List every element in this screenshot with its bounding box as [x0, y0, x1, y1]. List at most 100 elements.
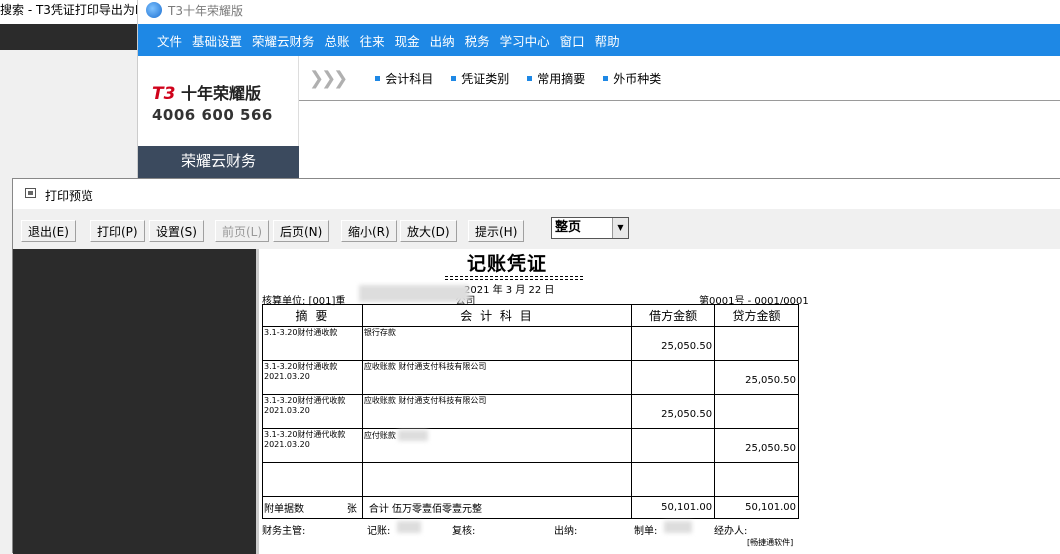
- print-preview-toolbar: 退出(E) 打印(P) 设置(S) 前页(L) 后页(N) 缩小(R) 放大(D…: [13, 209, 1060, 249]
- table-header-row: 摘 要 会 计 科 目 借方金额 贷方金额: [262, 304, 799, 327]
- table-row: 3.1-3.20财付通收款 2021.03.20 应收账款 财付通支付科技有限公司…: [262, 360, 799, 395]
- browser-background: [0, 24, 137, 50]
- redacted-block: [664, 521, 692, 533]
- row-account: 银行存款: [361, 326, 633, 361]
- bullet-icon: [451, 75, 457, 81]
- t3-window-title: T3十年荣耀版: [168, 4, 243, 18]
- total-credit: 50,101.00: [714, 496, 799, 519]
- row-credit: 25,050.50: [714, 428, 799, 463]
- menu-cashier[interactable]: 出纳: [430, 31, 455, 50]
- row-credit: [714, 462, 799, 497]
- row-account: [361, 462, 633, 497]
- menu-general-ledger[interactable]: 总账: [325, 31, 350, 50]
- dropdown-arrow-icon[interactable]: ▼: [612, 218, 628, 238]
- print-preview-title: 打印预览: [45, 189, 94, 203]
- bullet-icon: [375, 75, 381, 81]
- quicknav-chart-of-accounts[interactable]: 会计科目: [375, 70, 433, 87]
- row-summary: 3.1-3.20财付通收款 2021.03.20: [262, 360, 363, 395]
- voucher-date: 2021 年 3 月 22 日: [464, 285, 555, 296]
- print-button[interactable]: 打印(P): [90, 220, 145, 242]
- quicknav-common-summaries[interactable]: 常用摘要: [527, 70, 585, 87]
- brand-logo: T3 十年荣耀版: [152, 84, 262, 104]
- table-row: [262, 462, 799, 497]
- quicknav-foreign-currency[interactable]: 外币种类: [603, 70, 661, 87]
- row-summary: [262, 462, 363, 497]
- t3-main-window: T3十年荣耀版 文件 基础设置 荣耀云财务 总账 往来 现金 出纳 税务 学习中…: [137, 0, 1060, 180]
- t3-app-icon: [146, 2, 162, 18]
- bullet-icon: [603, 75, 609, 81]
- header-credit: 贷方金额: [714, 304, 799, 327]
- menu-file[interactable]: 文件: [157, 31, 182, 50]
- zoom-out-button[interactable]: 缩小(R): [341, 220, 397, 242]
- total-debit: 50,101.00: [631, 496, 716, 519]
- table-row: 3.1-3.20财付通收款 银行存款 25,050.50: [262, 326, 799, 361]
- logo-panel: T3 十年荣耀版 4006 600 566 荣耀云财务: [138, 56, 299, 180]
- reviewer-label: 复核:: [452, 526, 476, 537]
- table-row: 3.1-3.20财付通代收款 2021.03.20 应收账款 财付通支付科技有限…: [262, 394, 799, 429]
- row-debit: [631, 360, 716, 395]
- software-mark: [畅捷通软件]: [747, 538, 794, 547]
- maker-label: 制单:: [634, 526, 658, 537]
- total-label: 合计 伍万零壹佰零壹元整: [361, 496, 633, 519]
- row-credit: [714, 326, 799, 361]
- exit-button[interactable]: 退出(E): [21, 220, 76, 242]
- menu-cash[interactable]: 现金: [395, 31, 420, 50]
- handler-label: 经办人:: [714, 526, 748, 537]
- row-debit: [631, 428, 716, 463]
- preview-page: 记账凭证 2021 年 3 月 22 日 核算单位: [001]重公司 第000…: [256, 249, 1060, 554]
- attachment-count: 附单据数张: [262, 496, 363, 519]
- hint-button[interactable]: 提示(H): [468, 220, 525, 242]
- redacted-block: [398, 430, 429, 441]
- zoom-value: 整页: [555, 220, 582, 235]
- row-account: 应收账款 财付通支付科技有限公司: [361, 394, 633, 429]
- row-debit: 25,050.50: [631, 326, 716, 361]
- total-row: 附单据数张 合计 伍万零壹佰零壹元整 50,101.00 50,101.00: [262, 496, 799, 519]
- menu-help[interactable]: 帮助: [595, 31, 620, 50]
- zoom-select[interactable]: 整页 ▼: [551, 217, 629, 239]
- double-chevron-icon[interactable]: ❯❯❯: [309, 68, 348, 89]
- menu-window[interactable]: 窗口: [560, 31, 585, 50]
- row-debit: 25,050.50: [631, 394, 716, 429]
- row-account: 应收账款 财付通支付科技有限公司: [361, 360, 633, 395]
- settings-button[interactable]: 设置(S): [149, 220, 204, 242]
- cashier-label: 出纳:: [554, 526, 578, 537]
- title-underline: [445, 276, 583, 280]
- row-credit: 25,050.50: [714, 360, 799, 395]
- menu-basic-settings[interactable]: 基础设置: [192, 31, 242, 50]
- preview-side-area: [13, 249, 256, 554]
- bookkeeper-label: 记账:: [367, 526, 391, 537]
- bullet-icon: [527, 75, 533, 81]
- quick-nav-bar: ❯❯❯ 会计科目 凭证类别 常用摘要 外币种类: [299, 56, 1060, 101]
- voucher-title: 记账凭证: [467, 253, 548, 275]
- row-summary: 3.1-3.20财付通代收款 2021.03.20: [262, 394, 363, 429]
- next-page-button[interactable]: 后页(N): [273, 220, 330, 242]
- menu-learning-center[interactable]: 学习中心: [500, 31, 550, 50]
- header-debit: 借方金额: [631, 304, 716, 327]
- menu-cloud-finance[interactable]: 荣耀云财务: [252, 31, 315, 50]
- prev-page-button[interactable]: 前页(L): [215, 220, 270, 242]
- row-summary: 3.1-3.20财付通收款: [262, 326, 363, 361]
- zoom-in-button[interactable]: 放大(D): [400, 220, 457, 242]
- cloud-finance-band[interactable]: 荣耀云财务: [138, 146, 299, 180]
- support-phone: 4006 600 566: [152, 106, 273, 124]
- browser-tab-title[interactable]: 搜索 - T3凭证打印导出为P: [0, 0, 137, 24]
- supervisor-label: 财务主管:: [262, 526, 306, 537]
- t3-titlebar: T3十年荣耀版: [138, 0, 1060, 24]
- row-debit: [631, 462, 716, 497]
- row-credit: [714, 394, 799, 429]
- print-preview-window: 打印预览 退出(E) 打印(P) 设置(S) 前页(L) 后页(N) 缩小(R)…: [12, 178, 1060, 554]
- print-preview-titlebar: 打印预览: [13, 179, 1060, 209]
- voucher-table: 摘 要 会 计 科 目 借方金额 贷方金额 3.1-3.20财付通收款 银行存款…: [262, 304, 799, 519]
- row-account: 应付账款: [361, 428, 633, 463]
- table-row: 3.1-3.20财付通代收款 2021.03.20 应付账款 25,050.50: [262, 428, 799, 463]
- redacted-block: [359, 285, 469, 302]
- redacted-block: [397, 521, 421, 533]
- menu-tax[interactable]: 税务: [465, 31, 490, 50]
- header-account: 会 计 科 目: [361, 304, 633, 327]
- t3-menubar: 文件 基础设置 荣耀云财务 总账 往来 现金 出纳 税务 学习中心 窗口 帮助: [138, 24, 1060, 56]
- quicknav-voucher-types[interactable]: 凭证类别: [451, 70, 509, 87]
- row-summary: 3.1-3.20财付通代收款 2021.03.20: [262, 428, 363, 463]
- window-icon: [25, 188, 36, 198]
- menu-receivables[interactable]: 往来: [360, 31, 385, 50]
- header-summary: 摘 要: [262, 304, 363, 327]
